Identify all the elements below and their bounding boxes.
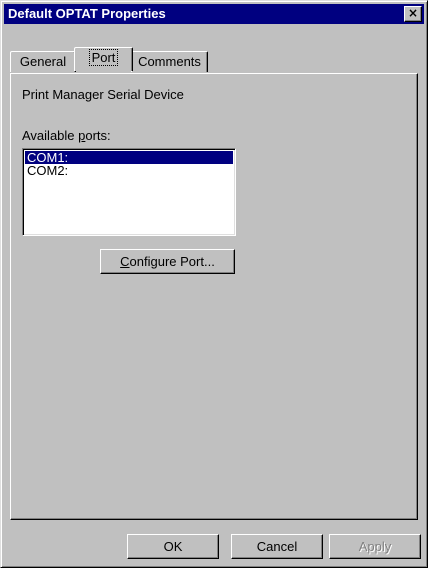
port-com2: COM2: (27, 163, 69, 178)
ports-listbox[interactable]: COM1: COM2: (22, 148, 236, 236)
apply-button-label: Apply (358, 539, 392, 554)
tab-general[interactable]: General (10, 51, 76, 72)
configure-port-accelerator: C (120, 254, 130, 269)
apply-button[interactable]: Apply (329, 534, 421, 559)
tab-general-label: General (19, 54, 67, 69)
available-ports-label-prefix: Available (22, 128, 79, 143)
available-ports-label-suffix: orts: (85, 128, 111, 143)
close-button[interactable]: × (404, 6, 422, 22)
properties-dialog: Default OPTAT Properties × General Port … (0, 0, 428, 568)
tab-comments[interactable]: Comments (131, 51, 208, 72)
device-name-label: Print Manager Serial Device (22, 87, 184, 102)
tab-comments-label: Comments (138, 54, 201, 69)
window-title: Default OPTAT Properties (8, 6, 166, 21)
title-bar[interactable]: Default OPTAT Properties × (4, 4, 424, 24)
available-ports-label: Available ports: (22, 128, 111, 143)
ok-button-label: OK (163, 539, 183, 554)
list-item[interactable]: COM2: (25, 164, 233, 177)
configure-port-button-label: onfigure Port... (129, 254, 215, 269)
close-icon: × (407, 6, 419, 20)
configure-port-button[interactable]: Configure Port... (100, 249, 235, 274)
cancel-button[interactable]: Cancel (231, 534, 323, 559)
tab-port[interactable]: Port (74, 47, 133, 71)
cancel-button-label: Cancel (256, 539, 298, 554)
tab-port-label: Port (88, 49, 119, 66)
ok-button[interactable]: OK (127, 534, 219, 559)
